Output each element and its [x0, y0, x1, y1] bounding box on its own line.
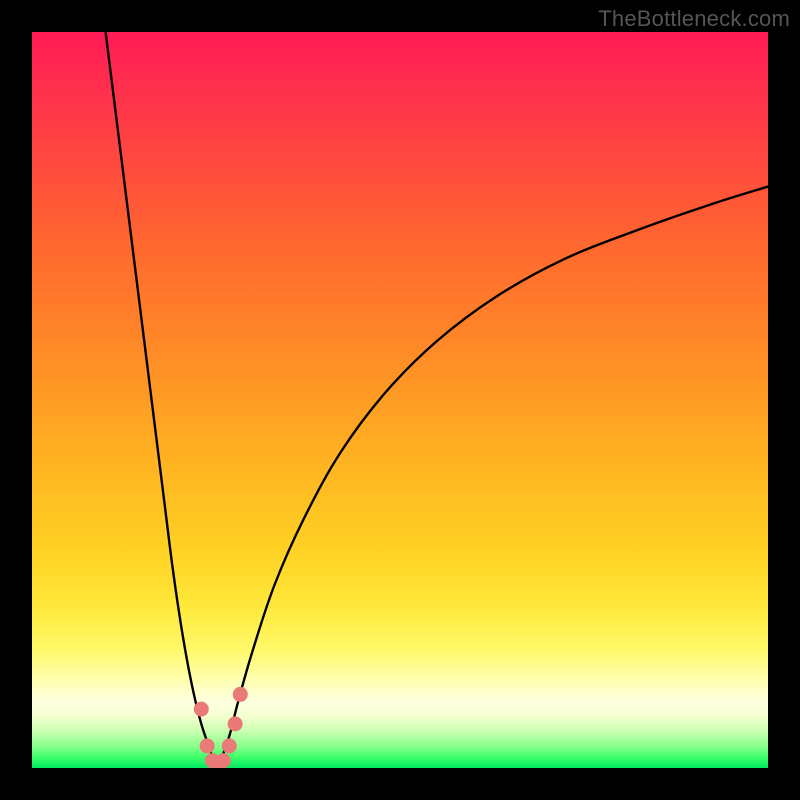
trough-marker: [216, 753, 231, 768]
trough-marker: [200, 738, 215, 753]
trough-marker: [233, 687, 248, 702]
trough-marker: [228, 716, 243, 731]
chart-frame: TheBottleneck.com: [0, 0, 800, 800]
trough-marker: [194, 702, 209, 717]
trough-marker: [222, 738, 237, 753]
curve-layer: [32, 32, 768, 768]
curve-right-branch: [216, 187, 768, 768]
plot-area: [32, 32, 768, 768]
watermark-text: TheBottleneck.com: [598, 6, 790, 32]
curve-left-branch: [106, 32, 216, 768]
